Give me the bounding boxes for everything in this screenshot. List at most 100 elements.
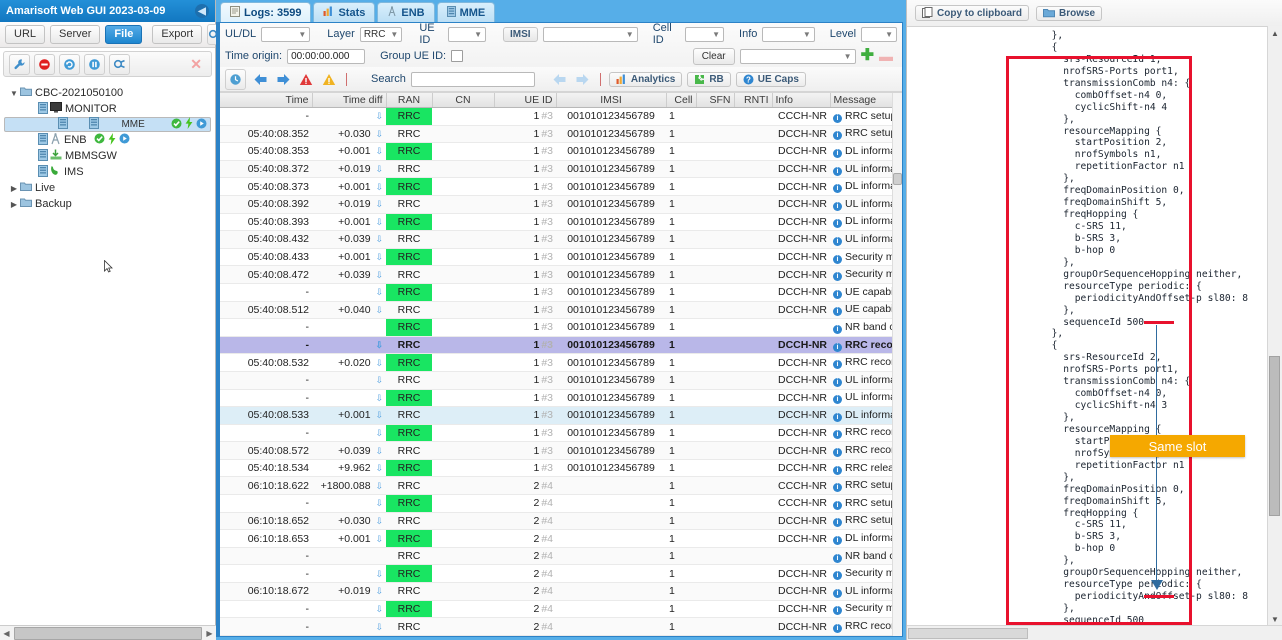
check-icon[interactable]: [94, 133, 105, 147]
cellid-select[interactable]: ▼: [684, 26, 725, 42]
minus-icon[interactable]: ▬: [879, 49, 893, 63]
play-icon[interactable]: [119, 133, 130, 147]
info-select[interactable]: ▼: [762, 26, 815, 42]
tree-item-mbmsgw[interactable]: MBMSGW: [4, 148, 211, 164]
level-select[interactable]: ▼: [861, 26, 897, 42]
table-row[interactable]: - ⇩ RRC 1 #3 001010123456789 1 DCCH-NR i UL info…: [220, 371, 902, 390]
table-row[interactable]: 05:40:08.392 +0.019 ⇩ RRC 1 #3 00101012345678…: [220, 195, 902, 214]
chevron-left-icon[interactable]: ◀: [195, 4, 209, 18]
export-button[interactable]: Export: [152, 25, 203, 44]
table-row[interactable]: - ⇩RRC2#41DCCH-NRiRRC reconfiguration: [220, 617, 902, 636]
clock-icon[interactable]: [225, 68, 246, 90]
scroll-up-arrow[interactable]: ▲: [1268, 26, 1282, 40]
stop-icon[interactable]: [34, 53, 55, 75]
tree-item-mme[interactable]: MME: [4, 117, 211, 132]
column-header-time-diff[interactable]: Time diff: [312, 93, 387, 108]
chevron-right-icon[interactable]: ▶: [8, 184, 20, 193]
scroll-left-arrow[interactable]: ◀: [0, 629, 13, 638]
tree-item-backup[interactable]: ▶ Backup: [4, 196, 211, 212]
chevron-right-icon[interactable]: ▶: [8, 200, 20, 209]
column-header-time[interactable]: Time: [220, 93, 313, 108]
check-icon[interactable]: [171, 118, 182, 132]
table-row[interactable]: 05:40:08.353 +0.001 ⇩ RRC 1 #3 00101012345678…: [220, 142, 902, 161]
url-button[interactable]: URL: [5, 25, 46, 44]
time-origin-input[interactable]: 00:00:00.000: [287, 48, 366, 64]
preset-select[interactable]: ▼: [739, 48, 856, 64]
imsi-button[interactable]: IMSI: [503, 26, 538, 42]
warning-icon[interactable]: [320, 70, 338, 88]
bolt-icon[interactable]: [185, 117, 193, 132]
search-next-icon[interactable]: [574, 70, 592, 88]
arrow-right-icon[interactable]: [274, 70, 292, 88]
column-header-rnti[interactable]: RNTI: [734, 93, 773, 108]
tab-enb[interactable]: ENB: [377, 2, 435, 22]
table-row[interactable]: - ⇩RRC2#41DCCH-NRiSecurity mode complete: [220, 600, 902, 619]
table-row[interactable]: 06:10:18.672 +0.019 ⇩ RRC 2 #4 1 DCCH-NR i UL in…: [220, 582, 902, 601]
ue-caps-button[interactable]: ? UE Caps: [735, 71, 806, 87]
table-row[interactable]: 05:40:08.433 +0.001 ⇩ RRC 1 #3 00101012345678…: [220, 248, 902, 267]
clear-button[interactable]: Clear: [692, 47, 735, 65]
table-row[interactable]: - ⇩ RRC 1 #3 001010123456789 1 DCCH-NR i UE capa…: [220, 283, 902, 302]
tree-item-enb[interactable]: ENB: [4, 132, 211, 148]
layer-select[interactable]: RRC ▼: [359, 26, 403, 42]
column-header-cell[interactable]: Cell: [666, 93, 697, 108]
plus-icon[interactable]: ✚: [861, 48, 874, 64]
left-horizontal-scrollbar[interactable]: ◀ ▶: [0, 625, 216, 640]
scroll-right-arrow[interactable]: ▶: [203, 629, 216, 638]
table-row[interactable]: 05:40:08.512 +0.040 ⇩ RRC 1 #3 00101012345678…: [220, 301, 902, 320]
column-header-imsi[interactable]: IMSI: [556, 93, 667, 108]
search-prev-icon[interactable]: [551, 70, 569, 88]
column-header-sfn[interactable]: SFN: [696, 93, 735, 108]
ueid-select[interactable]: ▼: [448, 26, 487, 42]
table-row[interactable]: 06:10:18.653 +0.001 ⇩ RRC 2 #4 1 DCCH-NR i DL in…: [220, 529, 902, 548]
table-row[interactable]: 05:40:08.372 +0.019 ⇩ RRC 1 #3 00101012345678…: [220, 160, 902, 179]
scroll-down-arrow[interactable]: ▼: [1268, 612, 1282, 626]
table-row[interactable]: 06:10:18.622 +1800.088 ⇩ RRC 2 #4 1 CCCH-NR i RR…: [220, 476, 902, 496]
log-vertical-scrollbar[interactable]: [892, 93, 902, 636]
table-row[interactable]: 05:40:08.352 +0.030 ⇩ RRC 1 #3 00101012345678…: [220, 125, 902, 144]
detail-hscroll-thumb[interactable]: [908, 627, 1028, 639]
tree-item-monitor[interactable]: MONITOR: [4, 101, 211, 117]
table-row[interactable]: 05:40:08.532 +0.020 ⇩ RRC 1 #3 00101012345678…: [220, 353, 902, 372]
close-icon[interactable]: ✕: [190, 56, 206, 73]
server-button[interactable]: Server: [50, 25, 101, 44]
group-ue-checkbox[interactable]: [451, 50, 464, 62]
rb-button[interactable]: RB: [687, 71, 731, 87]
pause-icon[interactable]: [84, 53, 105, 75]
table-row[interactable]: - ⇩RRC2#41DCCH-NRiSecurity mode command: [220, 564, 902, 584]
tree-item-cbc-2021050100[interactable]: ▼ CBC-2021050100: [4, 85, 211, 101]
column-header-info[interactable]: Info: [772, 93, 831, 108]
tree-item-ims[interactable]: IMS: [4, 164, 211, 180]
imsi-select[interactable]: ▼: [542, 26, 638, 42]
table-row[interactable]: 05:40:08.472 +0.039 ⇩ RRC 1 #3 00101012345678…: [220, 265, 902, 284]
tab-stats[interactable]: Stats: [313, 2, 376, 22]
table-row[interactable]: - ⇩ RRC 1 #3 001010123456789 1 DCCH-NR i RRC rec…: [220, 336, 902, 355]
detail-horizontal-scrollbar[interactable]: [907, 625, 1282, 640]
file-button[interactable]: File: [105, 25, 143, 44]
analytics-button[interactable]: Analytics: [608, 71, 683, 87]
table-row[interactable]: 05:40:18.534 +9.962 ⇩ RRC 1 #3 00101012345678…: [220, 459, 902, 478]
refresh-icon[interactable]: [59, 53, 80, 75]
tree-item-live[interactable]: ▶ Live: [4, 180, 211, 196]
table-row[interactable]: 05:40:08.572 +0.039 ⇩ RRC 1 #3 00101012345678…: [220, 441, 902, 460]
table-row[interactable]: 05:40:08.393 +0.001 ⇩ RRC 1 #3 00101012345678…: [220, 213, 902, 232]
error-icon[interactable]: [297, 70, 315, 88]
log-scroll-thumb[interactable]: [893, 173, 902, 185]
table-row[interactable]: - ⇩ RRC 2 #4 1 CCCH-NR i RRC setup: [220, 494, 902, 513]
table-row[interactable]: 05:40:08.373 +0.001 ⇩ RRC 1 #3 00101012345678…: [220, 177, 902, 196]
play-icon[interactable]: [196, 118, 207, 132]
wrench-icon[interactable]: [9, 53, 30, 75]
browse-button[interactable]: Browse: [1036, 5, 1103, 21]
table-row[interactable]: -RRC1#30010101234567891iNR band combinat…: [220, 318, 902, 337]
table-row[interactable]: 05:40:08.533 +0.001 ⇩ RRC 1 #3 00101012345678…: [220, 406, 902, 425]
table-row[interactable]: - ⇩ RRC 1 #3 001010123456789 1 DCCH-NR i UL info…: [220, 389, 902, 408]
search-input[interactable]: [410, 71, 535, 87]
arrow-left-icon[interactable]: [251, 70, 269, 88]
column-header-ran[interactable]: RAN: [386, 93, 433, 108]
tab-mme[interactable]: MME: [436, 2, 496, 22]
table-row[interactable]: -RRC2#41iNR band combinations: [220, 547, 902, 566]
copy-to-clipboard-button[interactable]: Copy to clipboard: [915, 5, 1029, 21]
column-header-ue-id[interactable]: UE ID: [494, 93, 557, 108]
table-row[interactable]: 06:10:18.692+0.020 ⇩RRC2#41DCCH-NRiRRC r…: [220, 635, 902, 636]
chevron-down-icon[interactable]: ▼: [8, 89, 20, 98]
